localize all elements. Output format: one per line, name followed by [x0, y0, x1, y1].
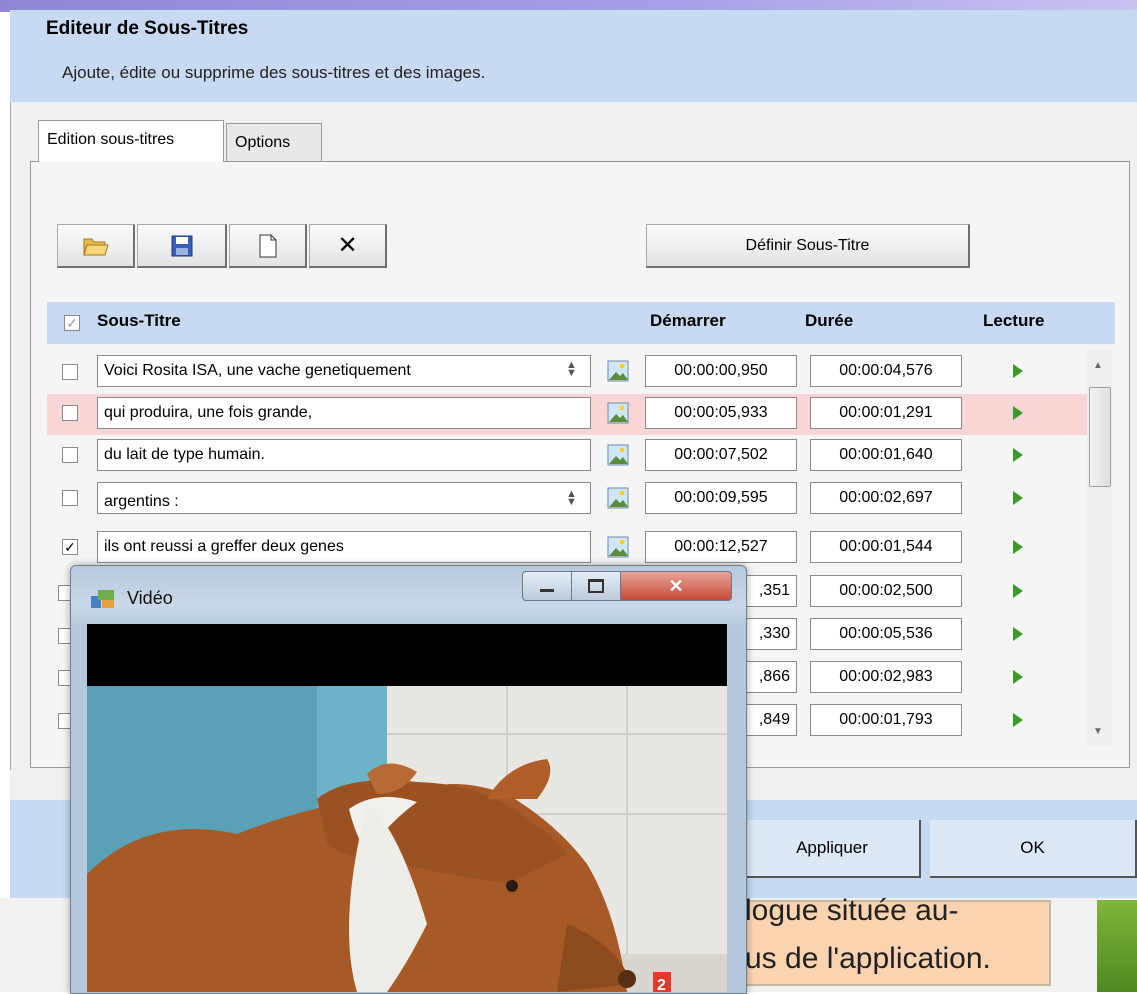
tab-edition-sous-titres[interactable]: Edition sous-titres: [38, 120, 224, 162]
play-icon[interactable]: [1013, 448, 1023, 462]
image-icon[interactable]: [607, 444, 629, 466]
video-badge: 2: [657, 977, 666, 992]
image-icon[interactable]: [607, 360, 629, 382]
new-document-icon: [259, 234, 276, 257]
scroll-up-icon[interactable]: ▲: [1093, 360, 1103, 371]
column-header-bar: [47, 302, 1115, 344]
subtitle-text-field[interactable]: du lait de type humain.: [97, 439, 591, 471]
column-start: Démarrer: [650, 311, 726, 330]
image-icon[interactable]: [607, 536, 629, 558]
play-icon[interactable]: [1013, 491, 1023, 505]
dialog-subtitle: Ajoute, édite ou supprime des sous-titre…: [62, 63, 486, 82]
duration-field[interactable]: 00:00:01,793: [810, 704, 962, 736]
duration-field[interactable]: 00:00:01,544: [810, 531, 962, 563]
delete-icon: ✕: [337, 232, 358, 259]
scroll-down-icon[interactable]: ▼: [1093, 726, 1103, 737]
image-icon[interactable]: [607, 402, 629, 424]
ok-button[interactable]: OK: [930, 820, 1137, 878]
duration-field[interactable]: 00:00:02,983: [810, 661, 962, 693]
duration-field[interactable]: 00:00:02,500: [810, 575, 962, 607]
maximize-button[interactable]: [571, 571, 621, 601]
row-checkbox[interactable]: [62, 490, 78, 506]
start-time-field[interactable]: 00:00:07,502: [645, 439, 797, 471]
video-window-icon: [91, 590, 114, 608]
play-icon[interactable]: [1013, 713, 1023, 727]
row-checkbox-checked[interactable]: ✓: [62, 539, 78, 555]
row-checkbox[interactable]: [62, 364, 78, 380]
tab-options[interactable]: Options: [226, 123, 322, 161]
minimize-icon: [540, 588, 554, 592]
spin-arrows-icon[interactable]: ▲ ▼: [566, 489, 577, 508]
column-subtitle: Sous-Titre: [97, 311, 181, 330]
minimize-button[interactable]: [522, 571, 572, 601]
column-duration: Durée: [805, 311, 854, 330]
column-play: Lecture: [983, 311, 1045, 330]
video-screen: 2: [87, 624, 727, 992]
duration-field[interactable]: 00:00:02,697: [810, 482, 962, 514]
close-button[interactable]: ✕: [620, 571, 732, 601]
subtitle-text-field[interactable]: ils ont reussi a greffer deux genes: [97, 531, 591, 563]
subtitle-text-field[interactable]: qui produira, une fois grande,: [97, 397, 591, 429]
open-button[interactable]: [57, 224, 135, 268]
slide-green-image: [1097, 900, 1137, 992]
play-icon[interactable]: [1013, 364, 1023, 378]
duration-field[interactable]: 00:00:04,576: [810, 355, 962, 387]
video-window-title: Vidéo: [127, 588, 173, 608]
slide-text-line-1: logue située au-: [745, 894, 959, 927]
new-button[interactable]: [229, 224, 307, 268]
scroll-thumb[interactable]: [1089, 387, 1111, 487]
duration-field[interactable]: 00:00:05,536: [810, 618, 962, 650]
open-folder-icon: [82, 238, 109, 255]
start-time-field[interactable]: 00:00:09,595: [645, 482, 797, 514]
delete-button[interactable]: ✕: [309, 224, 387, 268]
row-checkbox[interactable]: [62, 405, 78, 421]
play-icon[interactable]: [1013, 540, 1023, 554]
play-icon[interactable]: [1013, 406, 1023, 420]
start-time-field[interactable]: 00:00:12,527: [645, 531, 797, 563]
subtitle-text-field[interactable]: Voici Rosita ISA, une vache genetiquemen…: [97, 355, 591, 387]
maximize-icon: [588, 579, 604, 593]
apply-button[interactable]: Appliquer: [745, 820, 921, 878]
play-icon[interactable]: [1013, 670, 1023, 684]
duration-field[interactable]: 00:00:01,640: [810, 439, 962, 471]
start-time-field[interactable]: 00:00:05,933: [645, 397, 797, 429]
subtitle-text-field[interactable]: argentins :: [97, 482, 591, 514]
save-button[interactable]: [137, 224, 227, 268]
duration-field[interactable]: 00:00:01,291: [810, 397, 962, 429]
image-icon[interactable]: [607, 487, 629, 509]
play-icon[interactable]: [1013, 627, 1023, 641]
play-icon[interactable]: [1013, 584, 1023, 598]
start-time-field[interactable]: 00:00:00,950: [645, 355, 797, 387]
close-icon: ✕: [668, 575, 684, 596]
define-subtitle-button[interactable]: Définir Sous-Titre: [646, 224, 970, 268]
video-frame-calf-image: 2: [87, 624, 727, 992]
slide-text-line-2: us de l'application.: [745, 942, 991, 975]
save-icon: [171, 235, 192, 256]
dialog-title: Editeur de Sous-Titres: [46, 18, 249, 39]
select-all-checkbox[interactable]: ✓: [64, 315, 80, 331]
spin-arrows-icon[interactable]: ▲ ▼: [566, 360, 577, 379]
row-checkbox[interactable]: [62, 447, 78, 463]
